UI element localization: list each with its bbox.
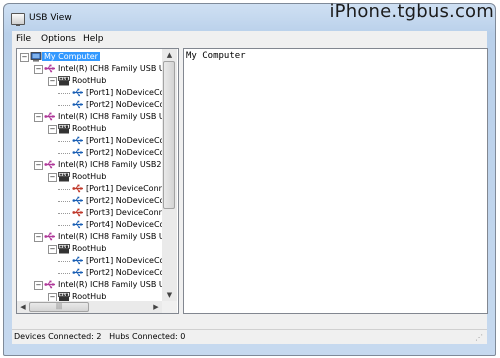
usb-device-icon [72, 208, 84, 217]
status-text: Devices Connected: 2 Hubs Connected: 0 [14, 332, 186, 341]
tree-item-label: [Port1] NoDeviceCor [86, 88, 168, 97]
tree-expander-icon[interactable]: − [34, 113, 43, 122]
tree-expander-icon[interactable]: − [48, 77, 57, 86]
watermark-text: iPhone.tgbus.com [329, 1, 494, 22]
usb-port-icon [72, 100, 84, 109]
tree-item-label: Intel(R) ICH8 Family USB Un [58, 232, 170, 241]
usb-controller-icon [44, 64, 56, 73]
usbview-window: USB View File Options Help − My Computer −… [3, 3, 496, 356]
svg-text:HUB: HUB [59, 172, 68, 177]
horizontal-scroll-thumb[interactable]: ||| [29, 302, 89, 312]
menu-help[interactable]: Help [83, 34, 104, 44]
tree-connector [58, 225, 70, 226]
usb-port-icon [72, 148, 84, 157]
detail-pane[interactable]: My Computer [183, 48, 488, 314]
hub-icon: HUB [58, 76, 70, 86]
menu-bar: File Options Help [12, 31, 487, 48]
usb-port-icon [72, 88, 84, 97]
resize-grip-icon[interactable]: ⋰ [475, 333, 485, 343]
usb-controller-icon [44, 232, 56, 241]
scroll-down-arrow-icon[interactable]: ▼ [162, 289, 177, 301]
tree-item-label: [Port2] NoDeviceCor [86, 268, 168, 277]
tree-connector [58, 141, 70, 142]
usb-port-icon [72, 256, 84, 265]
tree-item-label: RootHub [72, 124, 107, 133]
computer-icon [30, 52, 42, 62]
tree-item-label: [Port2] NoDeviceCor [86, 100, 168, 109]
usb-controller-icon [44, 160, 56, 169]
tree-expander-icon[interactable]: − [34, 65, 43, 74]
tree-connector [58, 273, 70, 274]
usb-port-icon [72, 196, 84, 205]
tree-expander-icon[interactable]: − [34, 281, 43, 290]
tree-item-label: RootHub [72, 244, 107, 253]
tree-item-label: [Port1] NoDeviceCor [86, 256, 168, 265]
tree-item-label: [Port1] DeviceConne [86, 184, 169, 193]
tree-connector [58, 189, 70, 190]
tree-item-label: [Port1] NoDeviceCor [86, 136, 168, 145]
usb-controller-icon [44, 112, 56, 121]
hub-icon: HUB [58, 244, 70, 254]
tree-expander-icon[interactable]: − [48, 125, 57, 134]
detail-text: My Computer [186, 51, 246, 61]
tree-item-label: My Computer [42, 52, 100, 61]
status-bar: Devices Connected: 2 Hubs Connected: 0 ⋰ [12, 329, 487, 344]
svg-text:HUB: HUB [59, 292, 68, 297]
hub-icon: HUB [58, 292, 70, 302]
tree-horizontal-scrollbar[interactable]: ◀ ||| ▶ [17, 301, 162, 313]
usb-controller-icon [44, 280, 56, 289]
tree-expander-icon[interactable]: − [34, 233, 43, 242]
tree-expander-icon[interactable]: − [48, 245, 57, 254]
scroll-left-arrow-icon[interactable]: ◀ [17, 301, 29, 313]
tree-item-label: Intel(R) ICH8 Family USB Un [58, 280, 170, 289]
tree-item-label: [Port2] NoDeviceCor [86, 148, 168, 157]
tree-item-label: Intel(R) ICH8 Family USB Un [58, 112, 170, 121]
usb-port-icon [72, 268, 84, 277]
tree-item-label: [Port3] DeviceConne [86, 208, 169, 217]
tree-connector [58, 213, 70, 214]
scroll-up-arrow-icon[interactable]: ▲ [162, 49, 177, 61]
tree-expander-icon[interactable]: − [48, 173, 57, 182]
usb-port-icon [72, 136, 84, 145]
tree-expander-icon[interactable]: − [20, 53, 29, 62]
hub-icon: HUB [58, 172, 70, 182]
scroll-right-arrow-icon[interactable]: ▶ [150, 301, 162, 313]
app-icon [11, 13, 25, 26]
menu-file[interactable]: File [16, 34, 31, 44]
svg-text:HUB: HUB [59, 244, 68, 249]
scrollbar-corner [162, 301, 177, 313]
tree-item-label: RootHub [72, 172, 107, 181]
svg-text:HUB: HUB [59, 76, 68, 81]
tree-connector [58, 105, 70, 106]
tree-item-label: Intel(R) ICH8 Family USB2 E [58, 160, 170, 169]
tree-connector [58, 261, 70, 262]
hub-icon: HUB [58, 124, 70, 134]
tree-connector [58, 93, 70, 94]
window-title: USB View [29, 13, 72, 23]
tree-item-label: Intel(R) ICH8 Family USB Un [58, 64, 170, 73]
tree-item-label: [Port2] NoDeviceCor [86, 196, 168, 205]
tree-vertical-scrollbar[interactable]: ▲ ▼ [162, 49, 177, 301]
menu-options[interactable]: Options [41, 34, 76, 44]
vertical-scroll-thumb[interactable] [163, 61, 175, 209]
tree-item-label: RootHub [72, 292, 107, 301]
svg-text:HUB: HUB [59, 124, 68, 129]
tree-expander-icon[interactable]: − [34, 161, 43, 170]
tree-connector [58, 201, 70, 202]
tree-item-label: [Port4] NoDeviceCor [86, 220, 168, 229]
usb-device-icon [72, 184, 84, 193]
tree-connector [58, 153, 70, 154]
device-tree[interactable]: − My Computer − Intel(R) ICH8 Family USB Un… [16, 48, 179, 314]
client-area: − My Computer − Intel(R) ICH8 Family USB Un… [12, 47, 488, 329]
usb-port-icon [72, 220, 84, 229]
tree-item-label: RootHub [72, 76, 107, 85]
